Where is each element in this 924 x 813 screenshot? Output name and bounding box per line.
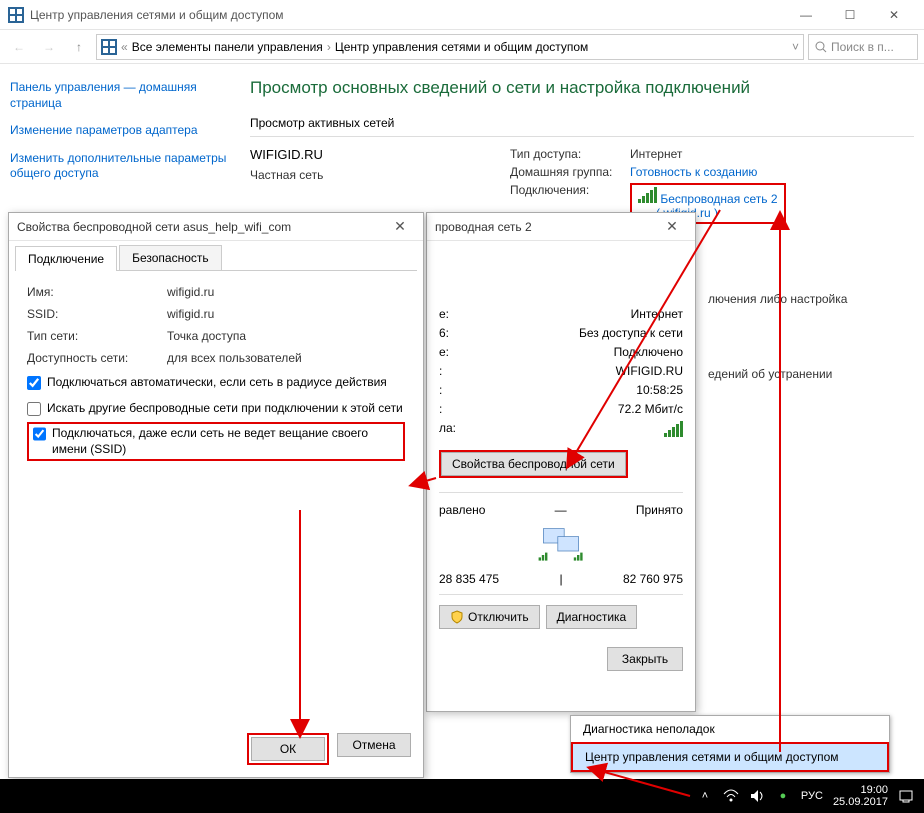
main-content: Просмотр основных сведений о сети и наст… (250, 78, 914, 224)
nav-bar: ← → ↑ « Все элементы панели управления ›… (0, 30, 924, 64)
cb-hidden-ssid-box[interactable] (33, 427, 46, 441)
window-title: Центр управления сетями и общим доступом (30, 8, 784, 22)
network-type: Частная сеть (250, 168, 470, 182)
stat-state-value: Подключено (579, 345, 683, 359)
peek-text-1: лючения либо настройка (708, 292, 847, 306)
search-input[interactable]: Поиск в п... (808, 34, 918, 60)
clock[interactable]: 19:00 25.09.2017 (833, 784, 888, 808)
prop-avail-value: для всех пользователей (167, 351, 302, 365)
props-close-button[interactable]: ✕ (385, 218, 415, 235)
prop-ssid-label: SSID: (27, 307, 167, 321)
ok-button[interactable]: ОК (251, 737, 325, 761)
signal-bars-icon (664, 421, 683, 437)
sent-label: равлено (439, 503, 485, 517)
prop-nettype-value: Точка доступа (167, 329, 246, 343)
stat-ipv6-value: Без доступа к сети (579, 326, 683, 340)
prop-nettype-label: Тип сети: (27, 329, 167, 343)
stat-speed-label: : (439, 402, 579, 416)
disconnect-button[interactable]: Отключить (439, 605, 540, 629)
stat-ssid-value: WIFIGID.RU (579, 364, 683, 378)
forward-button[interactable]: → (36, 34, 62, 60)
close-button[interactable]: ✕ (872, 0, 916, 30)
status-close-button[interactable]: ✕ (657, 218, 687, 235)
sidebar-sharing[interactable]: Изменить дополнительные параметры общего… (10, 151, 230, 182)
activity-icon (439, 523, 683, 566)
breadcrumb-current[interactable]: Центр управления сетями и общим доступом (335, 40, 589, 54)
tab-connection[interactable]: Подключение (15, 246, 117, 271)
stat-speed-value: 72.2 Мбит/с (579, 402, 683, 416)
breadcrumb[interactable]: « Все элементы панели управления › Центр… (96, 34, 804, 60)
stat-ssid-label: : (439, 364, 579, 378)
cb-auto-connect[interactable]: Подключаться автоматически, если сеть в … (27, 375, 405, 391)
sidebar-home[interactable]: Панель управления — домашняя страница (10, 80, 230, 111)
cb-hidden-ssid[interactable]: Подключаться, даже если сеть не ведет ве… (33, 426, 399, 457)
sent-value: 28 835 475 (439, 572, 499, 586)
back-button[interactable]: ← (6, 34, 32, 60)
volume-tray-icon[interactable] (749, 788, 765, 804)
ok-button-wrap: ОК (247, 733, 329, 765)
stat-inet-value: Интернет (579, 307, 683, 321)
stat-ipv6-label: 6: (439, 326, 579, 340)
ctx-network-center[interactable]: Центр управления сетями и общим доступом (571, 742, 889, 772)
prop-avail-label: Доступность сети: (27, 351, 167, 365)
peek-text-2: едений об устранении (708, 367, 832, 381)
prop-name-value: wifigid.ru (167, 285, 214, 299)
wifi-signal-icon (638, 187, 657, 203)
search-icon (815, 41, 827, 53)
network-name: WIFIGID.RU (250, 147, 470, 162)
connection-link[interactable]: Беспроводная сеть 2 (660, 192, 777, 206)
diagnostics-button[interactable]: Диагностика (546, 605, 638, 629)
ctx-diagnostics[interactable]: Диагностика неполадок (571, 716, 889, 742)
homegroup-link[interactable]: Готовность к созданию (630, 165, 757, 179)
cb-search-other[interactable]: Искать другие беспроводные сети при подк… (27, 401, 405, 417)
taskbar: ˄ ● РУС 19:00 25.09.2017 (0, 779, 924, 813)
page-heading: Просмотр основных сведений о сети и наст… (250, 78, 914, 98)
status-dialog: проводная сеть 2 ✕ е: Интернет 6: Без до… (426, 212, 696, 712)
sidebar: Панель управления — домашняя страница Из… (10, 80, 230, 194)
wireless-props-button[interactable]: Свойства беспроводной сети (441, 452, 626, 476)
wifi-tray-icon[interactable] (723, 788, 739, 804)
status-dialog-title: проводная сеть 2 (435, 220, 657, 234)
cancel-button[interactable]: Отмена (337, 733, 411, 757)
breadcrumb-parent[interactable]: Все элементы панели управления (132, 40, 323, 54)
wireless-props-dialog: Свойства беспроводной сети asus_help_wif… (8, 212, 424, 778)
stat-duration-label: : (439, 383, 579, 397)
status-close-bottom-button[interactable]: Закрыть (607, 647, 683, 671)
prop-name-label: Имя: (27, 285, 167, 299)
prop-ssid-value: wifigid.ru (167, 307, 214, 321)
tab-security[interactable]: Безопасность (119, 245, 222, 270)
active-networks-label: Просмотр активных сетей (250, 116, 914, 130)
window-titlebar: Центр управления сетями и общим доступом… (0, 0, 924, 30)
status-tray-icon[interactable]: ● (775, 788, 791, 804)
tab-strip: Подключение Безопасность (15, 245, 417, 271)
sidebar-adapter[interactable]: Изменение параметров адаптера (10, 123, 230, 139)
homegroup-label: Домашняя группа: (510, 165, 630, 179)
access-value: Интернет (630, 147, 786, 161)
access-label: Тип доступа: (510, 147, 630, 161)
stat-quality-label: ла: (439, 421, 579, 440)
maximize-button[interactable]: ☐ (828, 0, 872, 30)
shield-icon (450, 610, 464, 624)
notifications-tray-icon[interactable] (898, 788, 914, 804)
cb-search-other-box[interactable] (27, 402, 41, 416)
language-indicator[interactable]: РУС (801, 790, 823, 802)
up-button[interactable]: ↑ (66, 34, 92, 60)
recv-value: 82 760 975 (623, 572, 683, 586)
cb-auto-connect-box[interactable] (27, 376, 41, 390)
minimize-button[interactable]: — (784, 0, 828, 30)
recv-label: Принято (636, 503, 683, 517)
stat-duration-value: 10:58:25 (579, 383, 683, 397)
stat-state-label: е: (439, 345, 579, 359)
stat-inet-label: е: (439, 307, 579, 321)
wireless-props-button-wrap: Свойства беспроводной сети (439, 450, 628, 478)
props-dialog-title: Свойства беспроводной сети asus_help_wif… (17, 220, 385, 234)
tray-context-menu: Диагностика неполадок Центр управления с… (570, 715, 890, 773)
tray-up-icon[interactable]: ˄ (697, 788, 713, 804)
cb-hidden-ssid-wrap: Подключаться, даже если сеть не ведет ве… (27, 422, 405, 461)
stat-quality-value (579, 421, 683, 440)
app-icon (8, 7, 24, 23)
